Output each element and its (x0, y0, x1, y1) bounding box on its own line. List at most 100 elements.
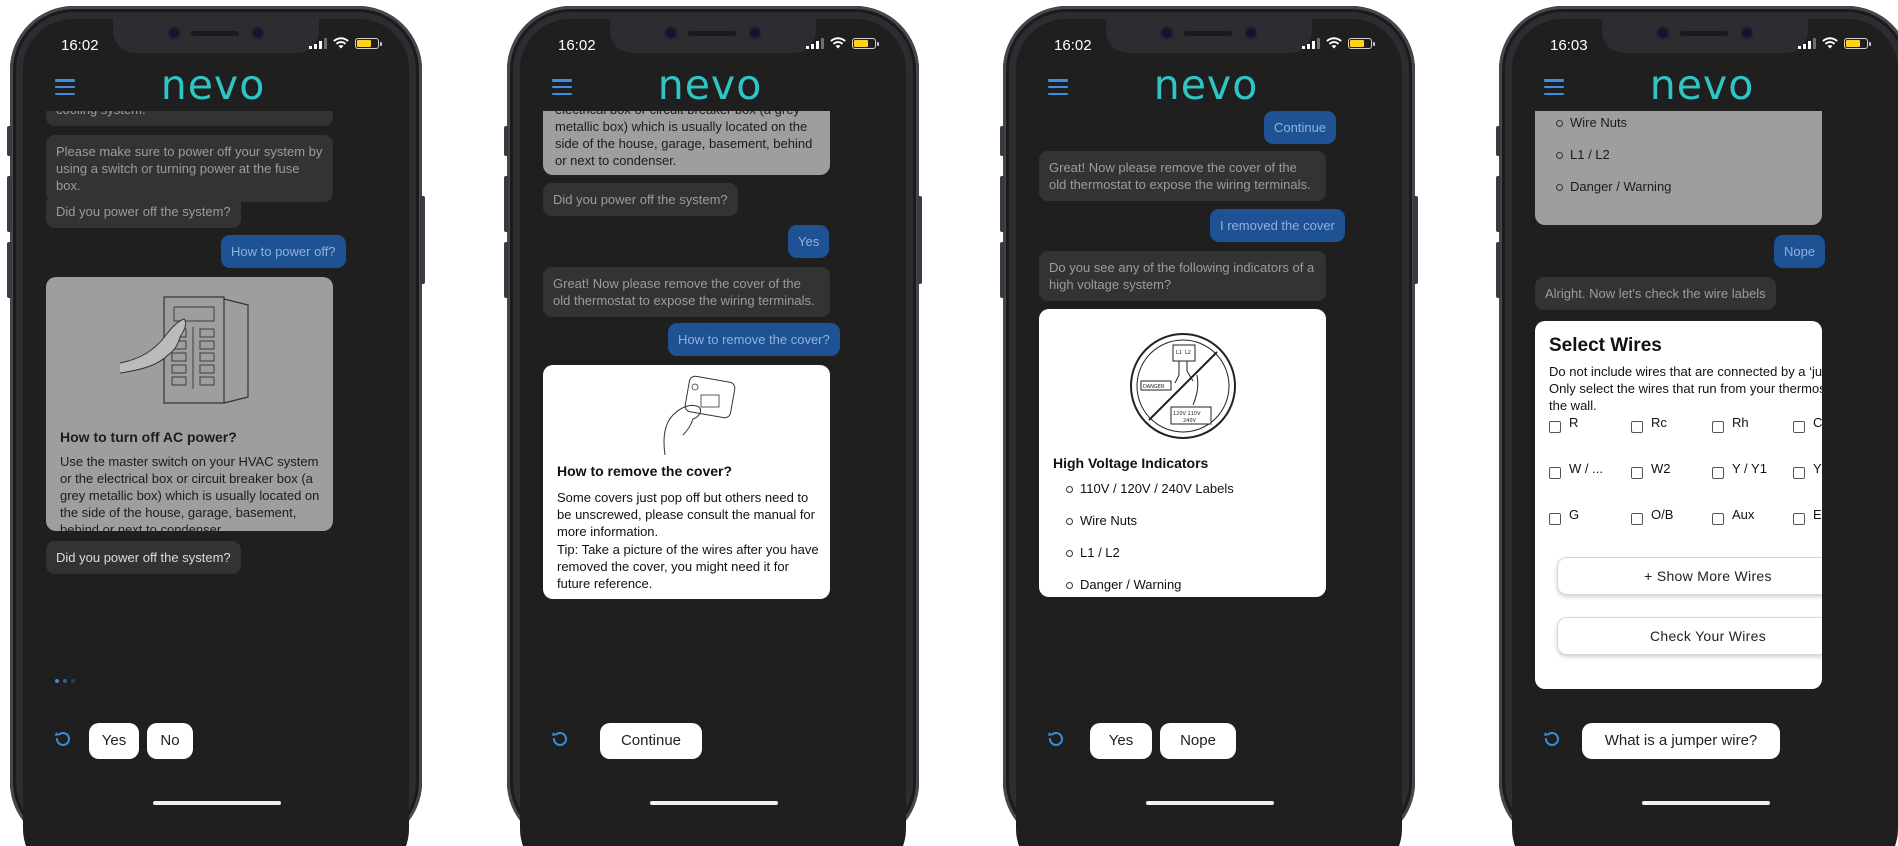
chat-thread[interactable]: electrical box or circuit breaker box (a… (520, 111, 906, 711)
chat-thread[interactable]: Continue Great! Now please remove the co… (1016, 111, 1402, 711)
status-icons (1302, 37, 1375, 49)
checkbox[interactable] (1712, 467, 1724, 479)
checkbox[interactable] (1549, 513, 1561, 525)
speaker (1184, 31, 1232, 36)
chat-thread[interactable]: cooling system. Please make sure to powe… (23, 111, 409, 711)
checkbox[interactable] (1631, 467, 1643, 479)
list-item: Danger / Warning (1063, 577, 1234, 597)
wire-checkbox-y2[interactable]: Y2 (1793, 461, 1822, 485)
card-body: Use the master switch on your HVAC syste… (60, 454, 320, 531)
menu-icon[interactable] (552, 79, 572, 95)
checkbox[interactable] (1793, 513, 1805, 525)
wire-label: Rh (1732, 415, 1749, 430)
camera-icon (1162, 28, 1172, 38)
wire-label: C (1813, 415, 1822, 430)
list-item: L1 / L2 (1063, 545, 1234, 577)
notch (610, 19, 816, 53)
speaker (1680, 31, 1728, 36)
wire-checkbox-y1[interactable]: Y / Y1 (1712, 461, 1794, 485)
side-button (1000, 176, 1005, 232)
checkbox[interactable] (1712, 513, 1724, 525)
quick-reply-bar: Yes No (23, 719, 409, 763)
wire-checkbox-w2[interactable]: W2 (1631, 461, 1713, 485)
notch (1106, 19, 1312, 53)
app-header: nevo (1512, 61, 1898, 111)
select-wires-title: Select Wires (1549, 335, 1662, 356)
restart-icon[interactable] (1046, 729, 1066, 749)
bot-message: cooling system. (46, 111, 333, 126)
info-card: electrical box or circuit breaker box (a… (543, 111, 830, 175)
signal-icon (309, 37, 327, 49)
side-button (7, 176, 12, 232)
show-more-wires-button[interactable]: + Show More Wires (1557, 557, 1822, 595)
bot-message: Great! Now please remove the cover of th… (1039, 151, 1326, 201)
wire-checkbox-ob[interactable]: O/B (1631, 507, 1713, 531)
notch (1602, 19, 1808, 53)
checkbox[interactable] (1631, 421, 1643, 433)
side-button (1000, 242, 1005, 298)
check-wires-button[interactable]: Check Your Wires (1557, 617, 1822, 655)
side-button (420, 196, 425, 284)
chat-thread[interactable]: Wire Nuts L1 / L2 Danger / Warning Nope … (1512, 111, 1898, 711)
breaker-panel-illustration (120, 296, 249, 404)
wifi-icon (1326, 37, 1342, 49)
card-title: How to turn off AC power? (60, 429, 237, 445)
quick-reply-yes[interactable]: Yes (1090, 723, 1152, 759)
wire-label: E (1813, 507, 1822, 522)
checkbox[interactable] (1793, 421, 1805, 433)
user-message: Yes (788, 225, 830, 258)
restart-icon[interactable] (550, 729, 570, 749)
wire-label: Aux (1732, 507, 1755, 522)
camera-icon (666, 28, 676, 38)
brand-logo: nevo (160, 61, 266, 109)
wire-checkbox-aux[interactable]: Aux (1712, 507, 1794, 531)
side-button (1000, 126, 1005, 156)
wire-checkbox-rc[interactable]: Rc (1631, 415, 1713, 439)
menu-icon[interactable] (1048, 79, 1068, 95)
restart-icon[interactable] (53, 729, 73, 749)
speaker (688, 31, 736, 36)
checkbox[interactable] (1549, 467, 1561, 479)
camera-icon (750, 28, 760, 38)
menu-icon[interactable] (1544, 79, 1564, 95)
camera-icon (1658, 28, 1668, 38)
quick-reply-jumper-wire[interactable]: What is a jumper wire? (1582, 723, 1780, 759)
checkbox[interactable] (1549, 421, 1561, 433)
indicator-list: Wire Nuts L1 / L2 Danger / Warning (1553, 115, 1671, 211)
select-wires-card: Select Wires Do not include wires that a… (1535, 321, 1822, 689)
brand-logo: nevo (1649, 61, 1755, 109)
wire-checkbox-w[interactable]: W / ... (1549, 461, 1631, 485)
wire-checkbox-r[interactable]: R (1549, 415, 1631, 439)
phone-screen: 16:02 nevo cooling system. Please make s… (23, 19, 409, 846)
speaker (191, 31, 239, 36)
home-indicator (650, 801, 778, 805)
menu-icon[interactable] (55, 79, 75, 95)
checkbox[interactable] (1793, 467, 1805, 479)
l2-label: L2 (1185, 350, 1191, 356)
wire-label: Y / Y1 (1732, 461, 1767, 476)
list-item: Danger / Warning (1553, 179, 1671, 211)
checkbox[interactable] (1712, 421, 1724, 433)
side-button (7, 126, 12, 156)
quick-reply-no[interactable]: No (147, 723, 193, 759)
quick-reply-continue[interactable]: Continue (600, 723, 702, 759)
checkbox[interactable] (1631, 513, 1643, 525)
camera-icon (1246, 28, 1256, 38)
wire-checkbox-c[interactable]: C (1793, 415, 1822, 439)
screenshot-collage: 16:02 nevo cooling system. Please make s… (0, 0, 1898, 846)
side-button (504, 126, 509, 156)
notch (113, 19, 319, 53)
quick-reply-yes[interactable]: Yes (89, 723, 139, 759)
app-header: nevo (23, 61, 409, 111)
quick-reply-nope[interactable]: Nope (1160, 723, 1236, 759)
wire-checkbox-e[interactable]: E (1793, 507, 1822, 531)
list-item: Wire Nuts (1063, 513, 1234, 545)
restart-icon[interactable] (1542, 729, 1562, 749)
wifi-icon (333, 37, 349, 49)
signal-icon (806, 37, 824, 49)
wire-checkbox-rh[interactable]: Rh (1712, 415, 1794, 439)
info-card: How to remove the cover? Some covers jus… (543, 365, 830, 599)
quick-reply-bar: Yes Nope (1016, 719, 1402, 763)
wire-checkbox-g[interactable]: G (1549, 507, 1631, 531)
phone-frame-4: 16:03 nevo Wire Nuts L1 / L2 Danger / Wa… (1496, 6, 1898, 846)
